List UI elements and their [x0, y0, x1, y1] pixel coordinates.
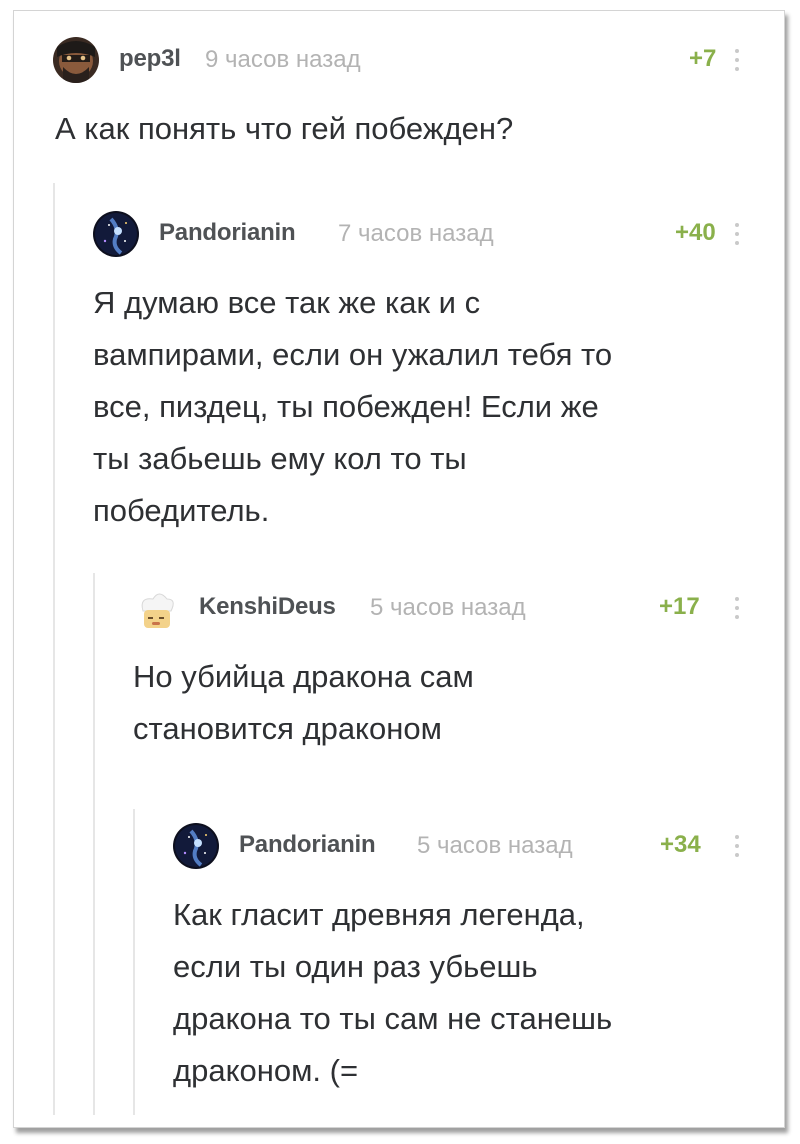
comment-author[interactable]: KenshiDeus — [199, 593, 336, 621]
comment-text: Как гласит древняя легенда, если ты один… — [173, 897, 613, 1088]
more-options-icon[interactable] — [734, 49, 740, 73]
comment-text: Но убийца дракона сам становится драконо… — [133, 659, 474, 746]
comment-rating: +34 — [660, 831, 701, 858]
comment-time: 5 часов назад — [370, 594, 526, 621]
thread-branch-line[interactable] — [53, 183, 55, 1115]
comment: pep3l 9 часов назад +7 А как понять что … — [53, 37, 753, 167]
comment-time: 5 часов назад — [417, 832, 573, 859]
comment: Pandorianin 7 часов назад +40 Я думаю вс… — [93, 211, 753, 541]
comment-time: 7 часов назад — [338, 220, 494, 247]
comment-time: 9 часов назад — [205, 46, 361, 73]
comment-rating: +40 — [675, 219, 716, 246]
comment-author[interactable]: Pandorianin — [159, 219, 296, 247]
comment-text: А как понять что гей побежден? — [55, 111, 514, 146]
comment-text: Я думаю все так же как и с вампирами, ес… — [93, 285, 613, 528]
comment-author[interactable]: Pandorianin — [239, 831, 376, 859]
comment-header: KenshiDeus 5 часов назад +17 — [133, 585, 753, 635]
comment-header: Pandorianin 5 часов назад +34 — [173, 823, 753, 873]
comment-header: Pandorianin 7 часов назад +40 — [93, 211, 753, 261]
comment-author[interactable]: pep3l — [119, 45, 181, 73]
more-options-icon[interactable] — [734, 597, 740, 621]
sleepy-chef-avatar[interactable] — [133, 585, 179, 631]
thread-branch-line[interactable] — [133, 809, 135, 1115]
more-options-icon[interactable] — [734, 835, 740, 859]
galaxy-avatar[interactable] — [173, 823, 219, 869]
comment-rating: +7 — [689, 45, 717, 72]
thread-branch-line[interactable] — [93, 573, 95, 1115]
comment-header: pep3l 9 часов назад +7 — [53, 37, 753, 87]
galaxy-avatar[interactable] — [93, 211, 139, 257]
comment: KenshiDeus 5 часов назад +17 Но убийца д… — [133, 585, 753, 765]
masked-face-avatar[interactable] — [53, 37, 99, 83]
more-options-icon[interactable] — [734, 223, 740, 247]
comment-rating: +17 — [659, 593, 700, 620]
comment-thread: pep3l 9 часов назад +7 А как понять что … — [13, 10, 785, 1128]
comment: Pandorianin 5 часов назад +34 Как гласит… — [173, 823, 753, 1113]
